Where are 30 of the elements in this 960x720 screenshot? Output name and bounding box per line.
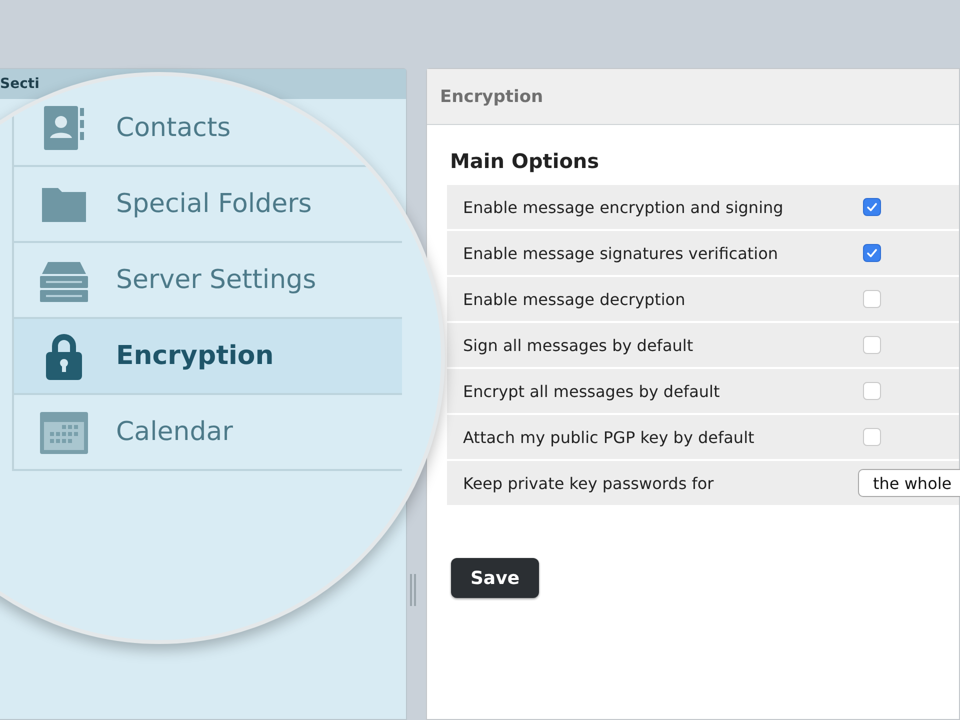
checkbox[interactable] <box>863 428 881 446</box>
checkbox[interactable] <box>863 382 881 400</box>
save-button[interactable]: Save <box>451 558 539 598</box>
splitter-handle-icon[interactable] <box>410 574 416 606</box>
checkbox[interactable] <box>863 198 881 216</box>
sidebar-item[interactable]: Contacts <box>14 91 402 167</box>
checkbox[interactable] <box>863 336 881 354</box>
sidebar-item[interactable]: Special Folders <box>14 167 402 243</box>
checkmark-icon <box>866 247 878 259</box>
sidebar-title: Secti <box>0 76 40 92</box>
sidebar-item-label: Calendar <box>116 417 233 447</box>
sidebar-item-label: Contacts <box>116 113 231 143</box>
option-label: Enable message encryption and signing <box>463 198 784 216</box>
option-label: Sign all messages by default <box>463 336 694 354</box>
option-label: Enable message signatures verification <box>463 244 780 262</box>
option-label: Keep private key passwords for <box>463 474 715 492</box>
checkmark-icon <box>866 201 878 213</box>
checkbox[interactable] <box>863 290 881 308</box>
checkbox[interactable] <box>863 244 881 262</box>
dropdown-field[interactable]: the whole <box>858 469 960 497</box>
sidebar-item[interactable]: Calendar <box>14 395 402 471</box>
sidebar-item-label: Server Settings <box>116 265 316 295</box>
section-title: Main Options <box>450 149 600 173</box>
sidebar-item-label: Encryption <box>116 341 274 371</box>
sidebar-item-label: Special Folders <box>116 189 312 219</box>
panel-title: Encryption <box>440 86 544 106</box>
option-label: Enable message decryption <box>463 290 686 308</box>
sidebar-item[interactable]: Encryption <box>14 319 402 395</box>
option-label: Attach my public PGP key by default <box>463 428 756 446</box>
option-label: Encrypt all messages by default <box>463 382 721 400</box>
